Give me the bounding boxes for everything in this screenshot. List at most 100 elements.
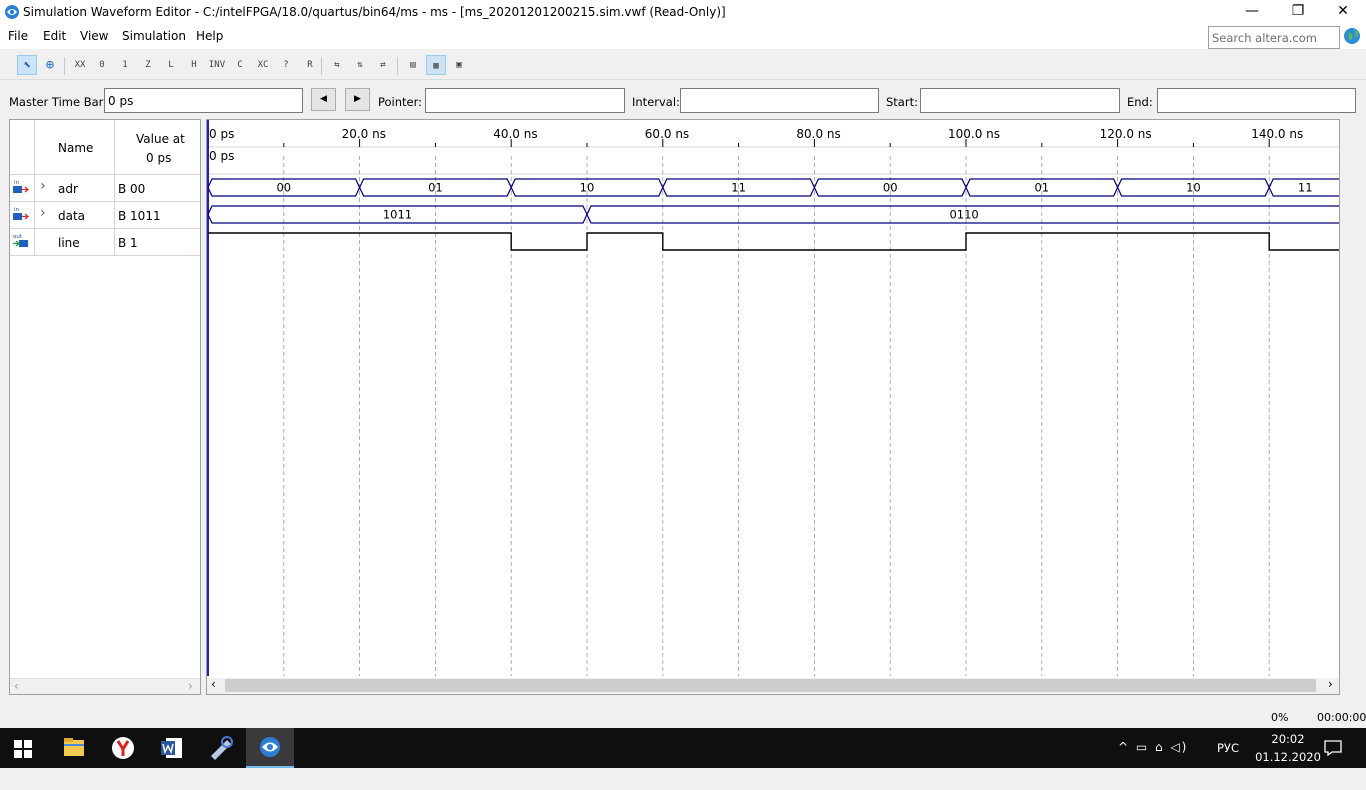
signal-name: line — [58, 236, 80, 250]
end-input[interactable] — [1157, 88, 1356, 113]
input-language[interactable]: РУС — [1217, 741, 1239, 781]
signal-row[interactable]: out line B 1 — [10, 229, 200, 256]
windows-start-icon[interactable] — [14, 740, 32, 758]
arbitrary-value-icon[interactable]: ? — [276, 55, 296, 75]
pointer-input[interactable] — [425, 88, 625, 113]
expand-chevron-icon[interactable]: › — [40, 178, 46, 194]
file-explorer-icon[interactable] — [50, 728, 98, 768]
zoom-icon[interactable]: ⊕ — [40, 55, 60, 75]
ruler-time-label: 0 ps — [209, 127, 234, 141]
search-input[interactable]: Search altera.com — [1208, 26, 1340, 49]
window-title: Simulation Waveform Editor - C:/intelFPG… — [23, 5, 726, 19]
toolbar-separator — [321, 57, 322, 75]
adr-wave-value-label: 00 — [276, 181, 291, 195]
adr-wave-value-label: 11 — [1298, 181, 1313, 195]
elapsed-time: 00:00:00 — [1317, 711, 1366, 724]
pointer-label: Pointer: — [378, 95, 423, 109]
count-value-icon[interactable]: C — [230, 55, 250, 75]
grid-size-icon[interactable]: ⇄ — [373, 55, 393, 75]
menu-bar: File Edit View Simulation Help — [0, 24, 1366, 49]
signal-row[interactable]: in › data B 1011 — [10, 202, 200, 229]
master-time-bar-label: Master Time Bar: — [9, 95, 108, 109]
master-time-bar-input[interactable]: 0 ps — [104, 88, 303, 113]
ruler-time-label: 100.0 ns — [948, 127, 1000, 141]
uninitialized-icon[interactable]: XX — [70, 55, 90, 75]
signal-value: B 1011 — [118, 209, 161, 223]
signal-value: B 1 — [118, 236, 138, 250]
scroll-left-arrow-icon[interactable]: ‹ — [14, 679, 19, 693]
waveform-canvas[interactable]: 0 ps 20.0 ns 40.0 ns 60.0 ns 80.0 ns 100.0 ns… — [207, 120, 1339, 676]
ruler-time-label: 20.0 ns — [342, 127, 386, 141]
menu-edit[interactable]: Edit — [43, 29, 66, 43]
weak-high-icon[interactable]: H — [184, 55, 204, 75]
high-impedance-icon[interactable]: Z — [138, 55, 158, 75]
tabular-view-icon[interactable]: ▣ — [449, 55, 469, 75]
expand-chevron-icon[interactable]: › — [40, 205, 46, 221]
windows-taskbar: ^ ▭ ⌂ ◁) РУС 20:02 01.12.2020 — [0, 728, 1366, 768]
random-value-icon[interactable]: R — [300, 55, 320, 75]
toolbar-separator — [64, 57, 65, 75]
interval-label: Interval: — [632, 95, 680, 109]
waveform-pane: 0 ps 20.0 ns 40.0 ns 60.0 ns 80.0 ns 100.0 ns… — [206, 119, 1340, 695]
value-column-header-time: 0 ps — [146, 151, 172, 165]
notification-center-icon[interactable] — [1324, 739, 1342, 757]
ruler-time-label: 40.0 ns — [493, 127, 537, 141]
forcing-high-icon[interactable]: 1 — [115, 55, 135, 75]
cursor-time-label: 0 ps — [209, 149, 234, 163]
signal-name: data — [58, 209, 86, 223]
prev-transition-button[interactable]: ◀ — [311, 88, 336, 111]
yandex-browser-icon[interactable] — [99, 728, 147, 768]
end-label: End: — [1127, 95, 1153, 109]
waveform-view-icon[interactable]: ▦ — [426, 55, 446, 75]
clock-icon[interactable]: XC — [253, 55, 273, 75]
signal-value: B 00 — [118, 182, 146, 196]
menu-view[interactable]: View — [80, 29, 108, 43]
adr-wave-value-label: 10 — [1186, 181, 1201, 195]
snap-to-grid-icon[interactable]: ⇆ — [327, 55, 347, 75]
left-scrollbar[interactable]: ‹ › — [10, 678, 200, 694]
invert-icon[interactable]: INV — [207, 55, 227, 75]
title-bar: Simulation Waveform Editor - C:/intelFPG… — [0, 0, 1366, 24]
time-bar-row: Master Time Bar: 0 ps ◀ ▶ Pointer: Inter… — [0, 86, 1366, 116]
system-tray-icons[interactable]: ^ ▭ ⌂ ◁) — [1118, 740, 1208, 780]
scroll-right-arrow-icon[interactable]: › — [188, 679, 193, 693]
quartus-programmer-icon[interactable] — [197, 728, 245, 768]
start-label: Start: — [886, 95, 918, 109]
word-icon[interactable] — [148, 728, 196, 768]
forcing-low-icon[interactable]: 0 — [92, 55, 112, 75]
svg-text:out: out — [13, 234, 23, 240]
scroll-left-arrow-icon[interactable]: ‹ — [211, 677, 216, 691]
menu-simulation[interactable]: Simulation — [122, 29, 186, 43]
horizontal-scrollbar[interactable]: ‹ › — [207, 677, 1339, 694]
sort-icon[interactable]: ⇅ — [350, 55, 370, 75]
toolbar: ⬉ ⊕ XX 0 1 Z L H INV C XC? R ⇆ ⇅ ⇄ ▤ ▦ ▣ — [0, 52, 1366, 80]
ruler-time-label: 80.0 ns — [796, 127, 840, 141]
scrollbar-thumb[interactable] — [225, 679, 1316, 692]
close-button[interactable]: ✕ — [1320, 0, 1366, 24]
restore-button[interactable]: ❐ — [1275, 0, 1321, 24]
weak-low-icon[interactable]: L — [161, 55, 181, 75]
scroll-right-arrow-icon[interactable]: › — [1328, 677, 1333, 691]
next-transition-button[interactable]: ▶ — [345, 88, 370, 111]
taskbar-active-app[interactable] — [246, 728, 294, 768]
adr-wave-value-label: 01 — [428, 181, 443, 195]
name-column-header[interactable]: Name — [58, 141, 93, 155]
minimize-button[interactable]: — — [1229, 0, 1275, 24]
adr-wave-value-label: 11 — [731, 181, 746, 195]
overwrite-clock-icon[interactable]: ▤ — [403, 55, 423, 75]
select-icon[interactable]: ⬉ — [17, 55, 37, 75]
data-wave-value-label: 1011 — [383, 208, 412, 222]
globe-icon[interactable] — [1343, 27, 1361, 45]
menu-help[interactable]: Help — [196, 29, 223, 43]
quartus-waveform-icon — [260, 737, 280, 757]
start-input[interactable] — [920, 88, 1120, 113]
clock-date[interactable]: 01.12.2020 — [1250, 750, 1326, 790]
ruler-time-label: 120.0 ns — [1100, 127, 1152, 141]
progress-percent: 0% — [1271, 711, 1289, 724]
value-column-header[interactable]: Value at — [136, 132, 185, 146]
ruler-time-label: 60.0 ns — [645, 127, 689, 141]
interval-input[interactable] — [680, 88, 879, 113]
signal-row[interactable]: in › adr B 00 — [10, 175, 200, 202]
menu-file[interactable]: File — [8, 29, 28, 43]
line-signal-wave — [208, 232, 1339, 251]
